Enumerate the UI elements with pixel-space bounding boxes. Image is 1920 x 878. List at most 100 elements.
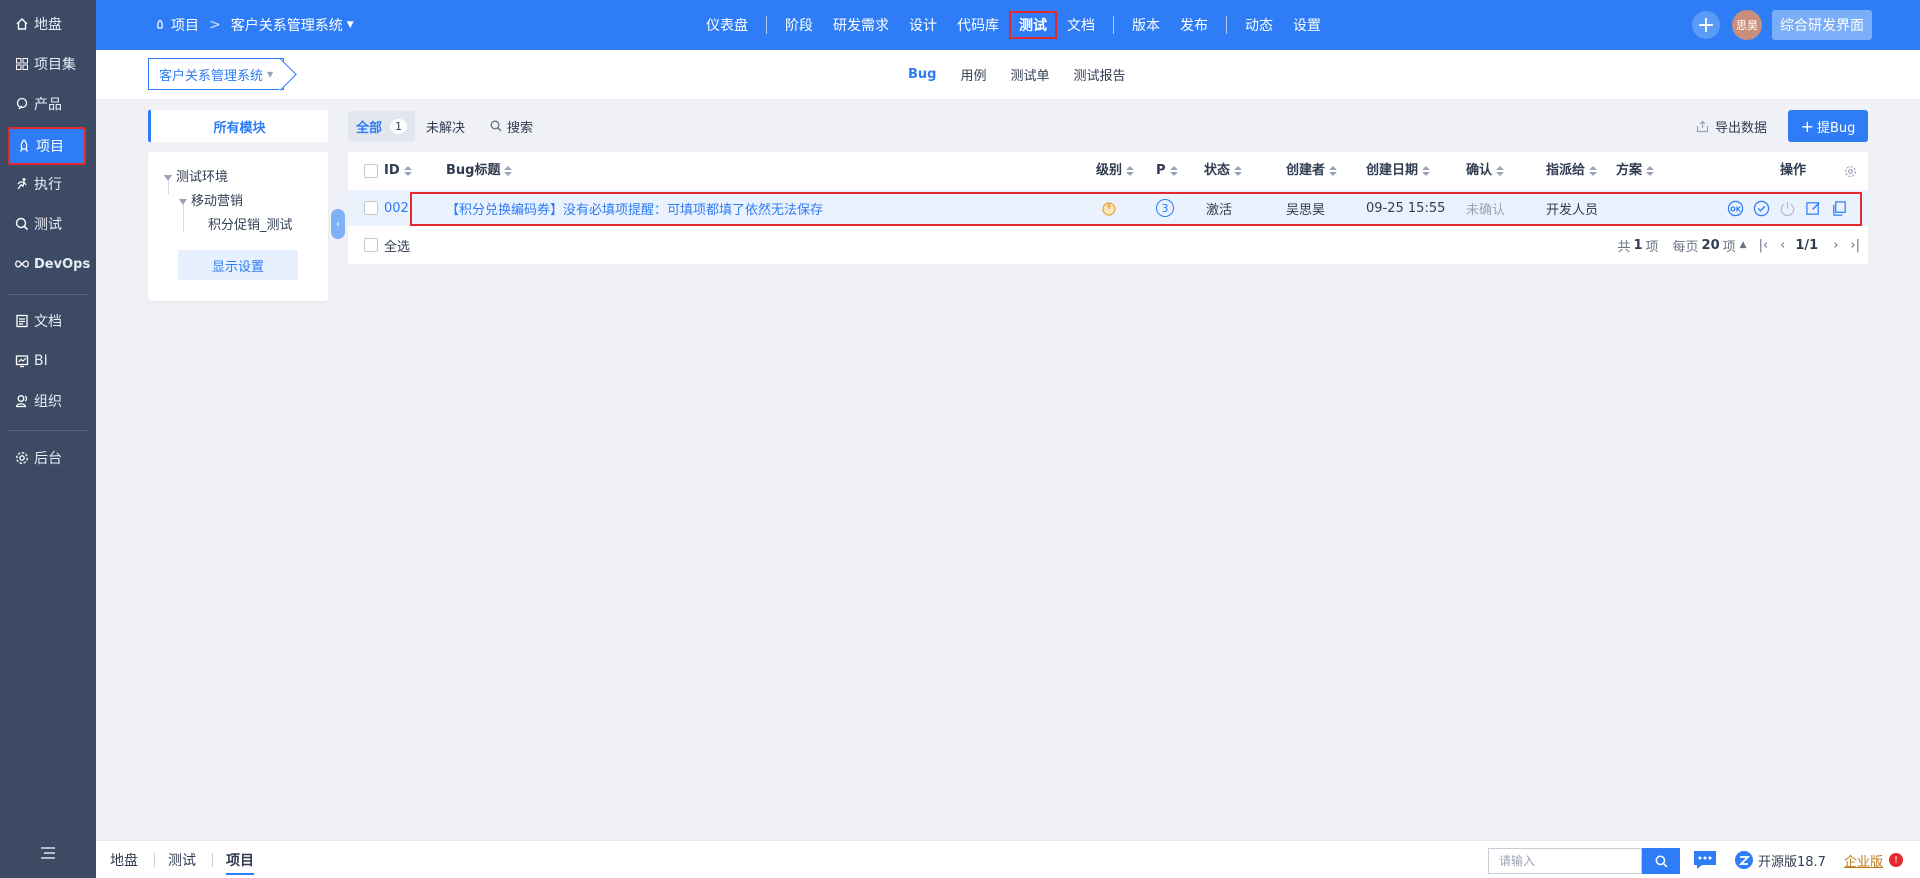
topnav-stage[interactable]: 阶段	[775, 11, 823, 39]
topnav-repo[interactable]: 代码库	[947, 11, 1009, 39]
prev-page-icon[interactable]: ‹	[1780, 238, 1785, 253]
topnav-requirements[interactable]: 研发需求	[823, 11, 899, 39]
subtab-testtask[interactable]: 测试单	[1011, 65, 1050, 84]
bottom-crumb-test[interactable]: 测试	[168, 841, 196, 878]
col-header-confirmed[interactable]: 确认	[1466, 152, 1505, 190]
nav-item-execution[interactable]: 执行	[8, 167, 86, 201]
resolve-bug-icon[interactable]	[1752, 199, 1770, 217]
table-row[interactable]: 002 【积分兑换编码券】没有必填项提醒：可填项都填了依然无法保存 3 激活 吴…	[348, 190, 1868, 226]
chat-icon[interactable]	[1692, 849, 1718, 871]
checkbox[interactable]	[364, 201, 378, 215]
last-page-icon[interactable]: ›|	[1850, 238, 1860, 253]
breadcrumb-project[interactable]: 客户关系管理系统	[231, 15, 343, 35]
tree-node-mobile-marketing[interactable]: 移动营销	[179, 190, 243, 209]
col-header-actions: 操作	[1780, 163, 1807, 178]
nav-item-test[interactable]: 测试	[8, 207, 86, 241]
export-button[interactable]: 导出数据	[1696, 111, 1767, 141]
col-header-assigned[interactable]: 指派给	[1546, 152, 1598, 190]
col-header-creator[interactable]: 创建者	[1286, 152, 1338, 190]
display-settings-button[interactable]: 显示设置	[178, 250, 298, 280]
bug-id[interactable]: 002	[384, 190, 409, 226]
nav-item-program[interactable]: 项目集	[8, 47, 86, 81]
bottom-crumb-home[interactable]: 地盘	[110, 841, 138, 878]
enterprise-link[interactable]: 企业版 !	[1844, 841, 1904, 878]
tab-unresolved[interactable]: 未解决	[426, 111, 465, 141]
col-header-title[interactable]: Bug标题	[446, 152, 513, 190]
col-header-solution[interactable]: 方案	[1616, 152, 1655, 190]
pager-text: 项	[1645, 239, 1659, 255]
topnav-release[interactable]: 发布	[1170, 11, 1218, 39]
all-modules-tab[interactable]: 所有模块	[148, 110, 328, 142]
col-header-created[interactable]: 创建日期	[1366, 152, 1431, 190]
search-button[interactable]	[1642, 848, 1680, 874]
bug-title-link[interactable]: 【积分兑换编码券】没有必填项提醒：可填项都填了依然无法保存	[446, 190, 823, 226]
nav-item-devops[interactable]: DevOps	[8, 247, 90, 281]
subtab-testreport[interactable]: 测试报告	[1074, 65, 1126, 84]
chevron-down-icon[interactable]: ▼	[347, 20, 354, 30]
chevron-left-icon[interactable]: ‹	[331, 209, 345, 239]
edit-icon[interactable]	[1804, 199, 1822, 217]
breadcrumb-root[interactable]: 项目	[171, 15, 199, 35]
bottom-crumb-project[interactable]: 项目	[226, 841, 254, 878]
select-all[interactable]: 全选	[364, 227, 410, 263]
assigned-cell[interactable]: 开发人员	[1546, 190, 1598, 226]
topnav-version[interactable]: 版本	[1122, 11, 1170, 39]
nav-item-product[interactable]: 产品	[8, 87, 86, 121]
creator-cell: 吴思昊	[1286, 202, 1326, 218]
col-label: 状态	[1204, 163, 1231, 178]
menu-collapse-icon[interactable]	[40, 846, 56, 860]
nav-label: BI	[34, 353, 48, 369]
svg-text:OK: OK	[1730, 205, 1742, 213]
nav-item-bi[interactable]: BI	[8, 344, 86, 378]
header-checkbox[interactable]	[364, 152, 378, 190]
tab-all[interactable]: 全部 1	[348, 111, 416, 141]
plus-icon[interactable]: +	[1692, 11, 1720, 39]
close-bug-icon[interactable]	[1778, 199, 1796, 217]
column-settings-icon[interactable]	[1844, 152, 1857, 190]
first-page-icon[interactable]: |‹	[1759, 238, 1769, 253]
topnav-settings[interactable]: 设置	[1283, 11, 1331, 39]
version-info[interactable]: 开源版18.7	[1734, 841, 1826, 878]
search-toggle[interactable]: 搜索	[490, 111, 533, 141]
col-header-severity[interactable]: 级别	[1096, 152, 1135, 190]
topnav-test[interactable]: 测试	[1009, 11, 1057, 39]
nav-item-project[interactable]: 项目	[8, 127, 86, 165]
nav-label: 后台	[34, 451, 62, 467]
col-header-priority[interactable]: P	[1156, 152, 1178, 190]
col-header-status[interactable]: 状态	[1204, 152, 1243, 190]
subtab-bug[interactable]: Bug	[908, 67, 936, 82]
checkbox[interactable]	[364, 238, 378, 252]
copy-icon[interactable]	[1830, 199, 1848, 217]
pager-text: 共	[1617, 239, 1631, 255]
add-bug-button[interactable]: + 提Bug	[1788, 110, 1868, 142]
product-icon	[14, 96, 30, 112]
pager-per-page[interactable]: 20	[1702, 238, 1720, 253]
rocket-icon	[16, 138, 32, 154]
nav-item-home[interactable]: 地盘	[8, 7, 86, 41]
topnav-doc[interactable]: 文档	[1057, 11, 1105, 39]
nav-item-org[interactable]: 组织	[8, 384, 86, 418]
bug-table: ID Bug标题 级别 P 状态 创建者 创建日期 确认 指派给 方案 操作 0…	[348, 152, 1868, 264]
tab-all-label: 全部	[356, 120, 383, 136]
next-page-icon[interactable]: ›	[1833, 238, 1838, 253]
avatar[interactable]: 思昊	[1732, 10, 1762, 40]
checkbox[interactable]	[364, 164, 378, 178]
subtab-case[interactable]: 用例	[960, 65, 986, 84]
pager-text: 每页	[1672, 239, 1699, 255]
tree-node-test-env[interactable]: 测试环境	[164, 166, 228, 185]
topnav-activity[interactable]: 动态	[1235, 11, 1283, 39]
top-nav: 仪表盘 阶段 研发需求 设计 代码库 测试 文档 版本 发布 动态 设置	[696, 0, 1331, 50]
rd-interface-button[interactable]: 综合研发界面	[1772, 10, 1872, 40]
nav-item-admin[interactable]: 后台	[8, 441, 86, 475]
topnav-design[interactable]: 设计	[899, 11, 947, 39]
topnav-dashboard[interactable]: 仪表盘	[696, 11, 758, 39]
project-select[interactable]: 客户关系管理系统 ▼	[148, 58, 285, 90]
search-input[interactable]	[1488, 848, 1642, 874]
nav-divider	[1113, 16, 1114, 34]
confirm-bug-icon[interactable]: OK	[1726, 199, 1744, 217]
row-checkbox[interactable]	[364, 190, 378, 226]
col-header-id[interactable]: ID	[384, 152, 412, 190]
nav-item-doc[interactable]: 文档	[8, 304, 86, 338]
caret-up-icon[interactable]: ▲	[1740, 240, 1747, 250]
tree-node-points-promo[interactable]: 积分促销_测试	[208, 214, 293, 233]
